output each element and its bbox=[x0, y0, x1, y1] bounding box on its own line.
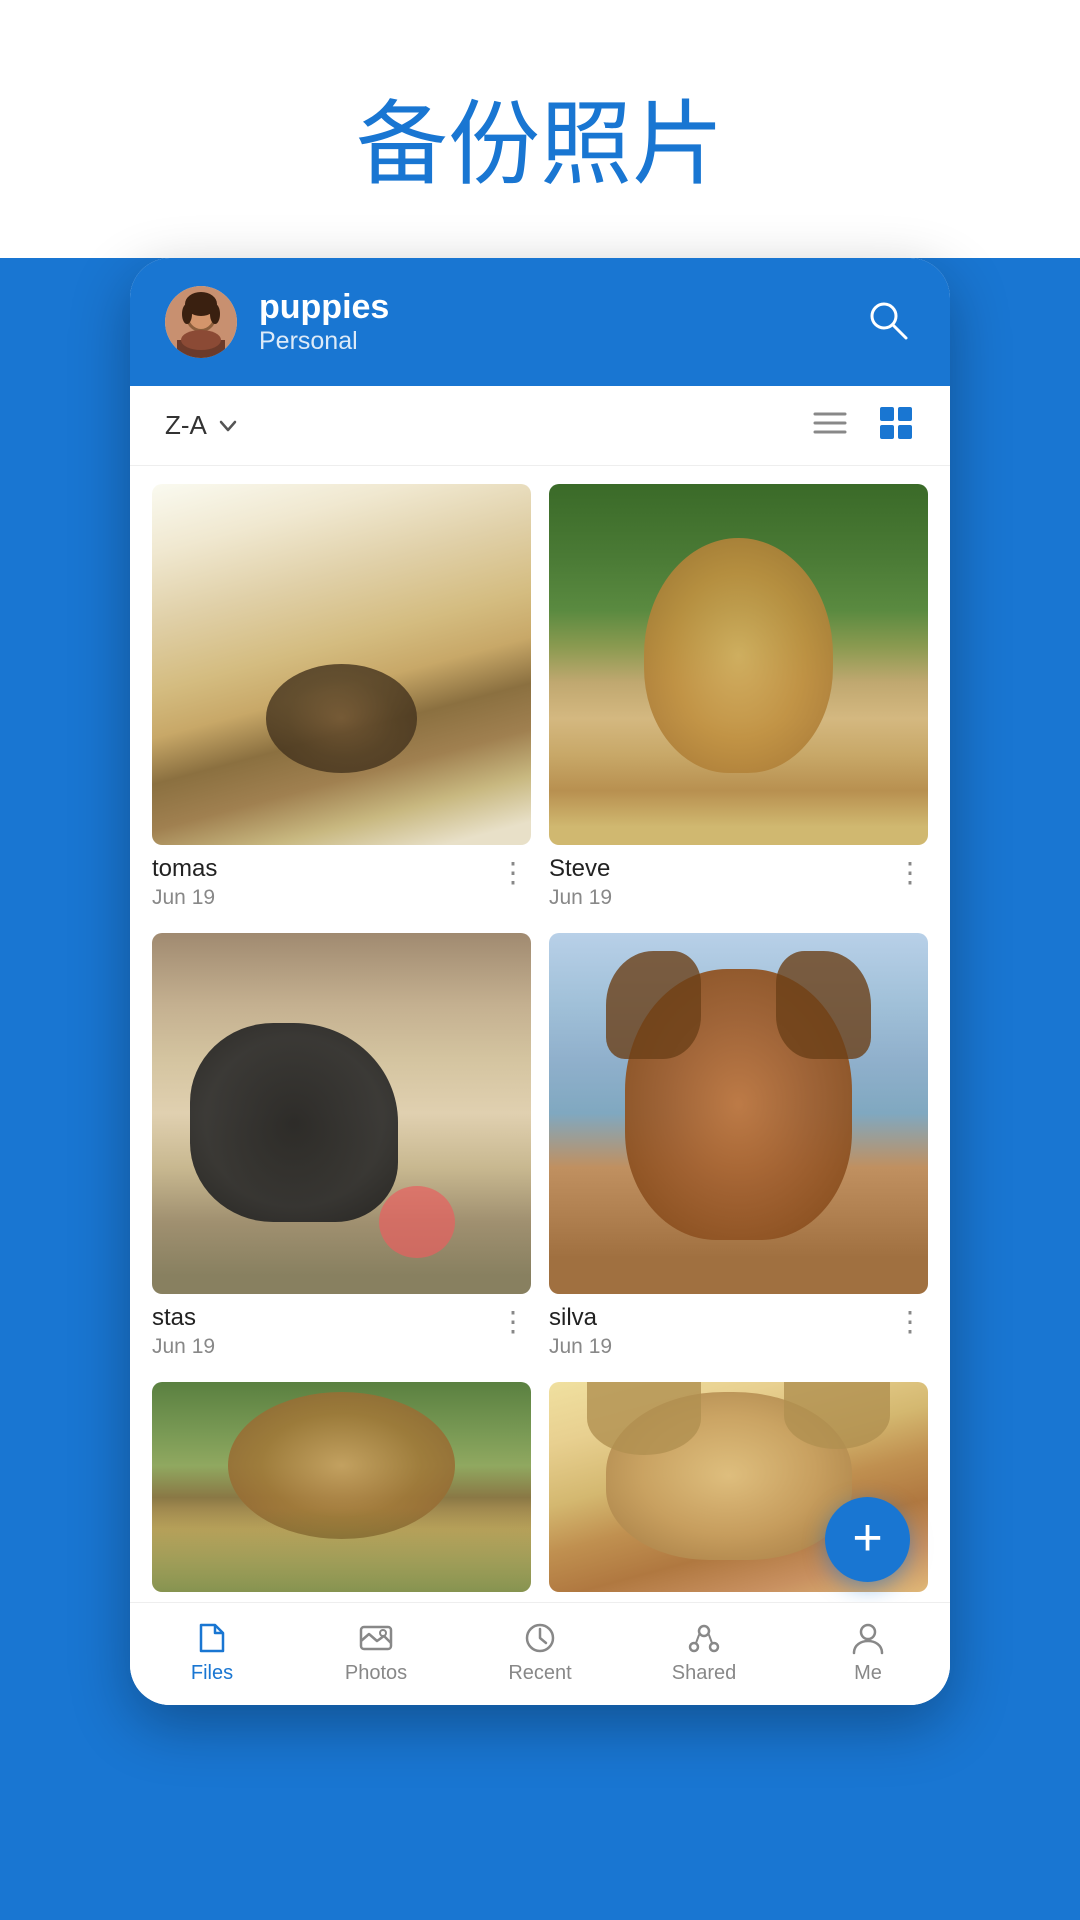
list-item: silva Jun 19 ⋮ bbox=[549, 933, 928, 1364]
nav-item-recent[interactable]: Recent bbox=[458, 1619, 622, 1685]
grid-icon bbox=[877, 404, 915, 442]
photo-info: silva Jun 19 ⋮ bbox=[549, 1294, 928, 1364]
photo-date: Jun 19 bbox=[549, 1335, 612, 1359]
list-icon bbox=[811, 404, 849, 442]
photo-info: tomas Jun 19 ⋮ bbox=[152, 845, 531, 915]
photo-info: Steve Jun 19 ⋮ bbox=[549, 845, 928, 915]
header-album-name: puppies bbox=[259, 288, 839, 327]
list-item: Steve Jun 19 ⋮ bbox=[549, 484, 928, 915]
photo-grid-container: tomas Jun 19 ⋮ bbox=[130, 466, 950, 1602]
more-button[interactable]: ⋮ bbox=[892, 855, 928, 891]
add-icon: + bbox=[852, 1512, 882, 1564]
more-button[interactable]: ⋮ bbox=[892, 1304, 928, 1340]
photo-thumbnail-stas[interactable] bbox=[152, 933, 531, 1294]
header-account-type: Personal bbox=[259, 327, 839, 356]
nav-item-shared[interactable]: Shared bbox=[622, 1619, 786, 1685]
list-view-button[interactable] bbox=[811, 404, 849, 447]
search-button[interactable] bbox=[861, 293, 915, 352]
nav-item-photos[interactable]: Photos bbox=[294, 1619, 458, 1685]
photos-icon bbox=[357, 1619, 395, 1657]
page-title: 备份照片 bbox=[356, 94, 724, 196]
me-icon bbox=[849, 1619, 887, 1657]
phone-container: puppies Personal Z-A bbox=[130, 258, 950, 1705]
bottom-navigation: Files Photos Recent bbox=[130, 1602, 950, 1705]
sort-label: Z-A bbox=[165, 410, 207, 441]
recent-icon bbox=[521, 1619, 559, 1657]
nav-label-recent: Recent bbox=[508, 1662, 571, 1685]
header-text: puppies Personal bbox=[259, 288, 839, 356]
more-button[interactable]: ⋮ bbox=[495, 1304, 531, 1340]
photo-info: stas Jun 19 ⋮ bbox=[152, 1294, 531, 1364]
shared-icon bbox=[685, 1619, 723, 1657]
content-wrapper: tomas Jun 19 ⋮ bbox=[130, 466, 950, 1602]
photo-thumbnail-steve[interactable] bbox=[549, 484, 928, 845]
toolbar-view-controls bbox=[811, 404, 915, 447]
nav-item-files[interactable]: Files bbox=[130, 1619, 294, 1685]
search-icon bbox=[866, 298, 910, 342]
photo-name: Steve bbox=[549, 855, 612, 883]
nav-label-me: Me bbox=[854, 1662, 882, 1685]
grid-view-button[interactable] bbox=[877, 404, 915, 447]
photo-grid: tomas Jun 19 ⋮ bbox=[152, 484, 928, 1592]
nav-item-me[interactable]: Me bbox=[786, 1619, 950, 1685]
toolbar: Z-A bbox=[130, 386, 950, 466]
add-button[interactable]: + bbox=[825, 1497, 910, 1582]
photo-thumbnail-silva[interactable] bbox=[549, 933, 928, 1294]
app-header: puppies Personal bbox=[130, 258, 950, 386]
list-item: stas Jun 19 ⋮ bbox=[152, 933, 531, 1364]
chevron-down-icon bbox=[217, 415, 239, 437]
nav-label-files: Files bbox=[191, 1662, 233, 1685]
photo-thumbnail-tomas[interactable] bbox=[152, 484, 531, 845]
photo-name: tomas bbox=[152, 855, 217, 883]
list-item: tomas Jun 19 ⋮ bbox=[152, 484, 531, 915]
nav-label-photos: Photos bbox=[345, 1662, 407, 1685]
photo-name: stas bbox=[152, 1304, 215, 1332]
photo-date: Jun 19 bbox=[152, 886, 217, 910]
nav-label-shared: Shared bbox=[672, 1662, 737, 1685]
avatar bbox=[165, 286, 237, 358]
more-button[interactable]: ⋮ bbox=[495, 855, 531, 891]
photo-name: silva bbox=[549, 1304, 612, 1332]
photo-thumbnail-5[interactable] bbox=[152, 1382, 531, 1592]
files-icon bbox=[193, 1619, 231, 1657]
photo-date: Jun 19 bbox=[152, 1335, 215, 1359]
list-item bbox=[152, 1382, 531, 1592]
sort-button[interactable]: Z-A bbox=[165, 410, 239, 441]
photo-date: Jun 19 bbox=[549, 886, 612, 910]
